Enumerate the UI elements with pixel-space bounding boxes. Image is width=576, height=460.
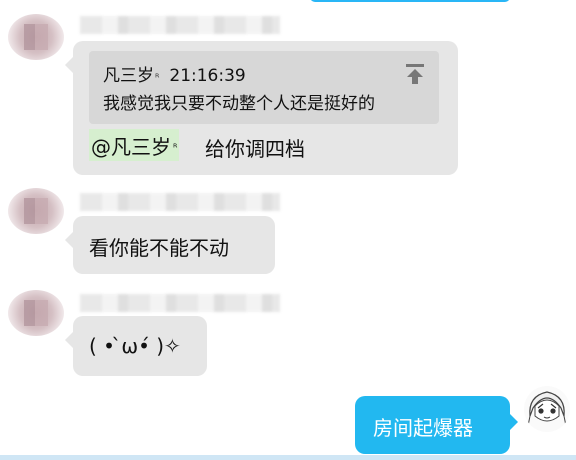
bubble-tail — [65, 232, 73, 248]
sender-name-blurred — [80, 193, 280, 211]
outgoing-message-bubble[interactable]: 房间起爆器 — [355, 396, 518, 454]
anime-avatar-icon — [527, 391, 567, 427]
sender-avatar-blurred[interactable] — [8, 188, 64, 234]
reply-quote[interactable]: 凡三岁ᴿ 21:16:39 我感觉我只要不动整个人还是挺好的 — [89, 51, 439, 124]
message-bubble[interactable]: 看你能不能不动 — [65, 216, 275, 274]
jump-to-original-icon[interactable] — [405, 63, 425, 85]
message-text: ( • ̀ω•́ )✧ — [89, 334, 181, 358]
bubble-tail — [65, 57, 73, 73]
sender-avatar-blurred[interactable] — [8, 14, 64, 60]
sender-name-blurred — [80, 16, 280, 34]
message-text: 房间起爆器 — [373, 416, 473, 440]
sender-name-blurred — [80, 294, 280, 312]
message-bubble[interactable]: ( • ̀ω•́ )✧ — [65, 316, 207, 376]
previous-outgoing-bubble-edge — [310, 0, 510, 2]
reply-quote-text: 我感觉我只要不动整个人还是挺好的 — [103, 94, 375, 114]
message-text: 看你能不能不动 — [89, 236, 229, 260]
bubble-tail — [65, 332, 73, 348]
message-bubble-reply[interactable]: 凡三岁ᴿ 21:16:39 我感觉我只要不动整个人还是挺好的 @凡三岁 ᴿ 给你调… — [65, 41, 458, 175]
input-area-border — [0, 455, 576, 460]
message-text: 给你调四档 — [205, 137, 305, 161]
reply-quote-header: 凡三岁ᴿ 21:16:39 — [103, 61, 246, 86]
reply-quote-time: 21:16:39 — [169, 66, 246, 86]
sender-avatar-blurred[interactable] — [8, 290, 64, 336]
reply-quote-author: 凡三岁ᴿ — [103, 66, 160, 86]
mention-tag[interactable]: @凡三岁 ᴿ — [89, 129, 180, 161]
self-avatar[interactable] — [524, 386, 570, 432]
bubble-tail — [510, 414, 518, 430]
